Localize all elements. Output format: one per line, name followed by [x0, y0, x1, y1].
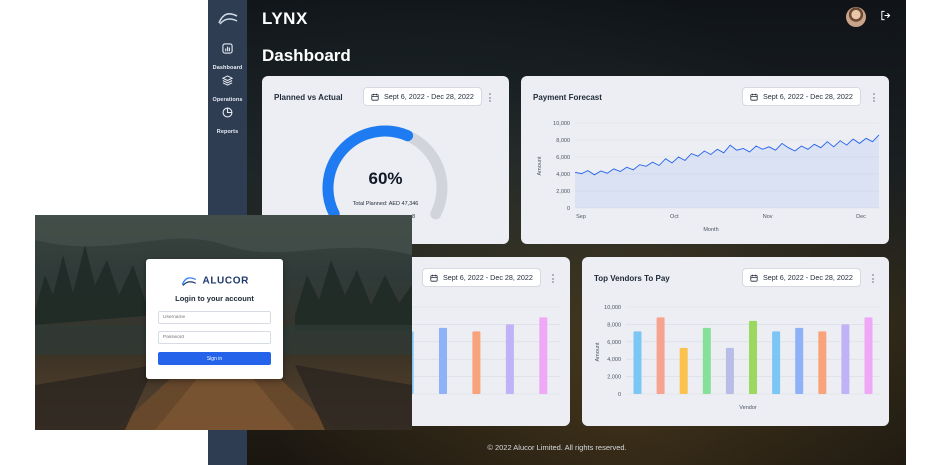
vendor-bar — [772, 331, 781, 394]
sidebar-item-operations[interactable]: Operations — [208, 75, 247, 106]
sidebar-item-dashboard[interactable]: Dashboard — [208, 43, 247, 74]
sidebar-item-label: Operations — [212, 97, 243, 103]
bar-chart-icon — [222, 43, 233, 54]
y-tick-label: 8,000 — [556, 138, 570, 144]
payment-forecast-chart: 0 2,000 4,000 6,000 8,000 10,000 Sep Oct Nov Dec A… — [537, 121, 880, 233]
total-planned-label: Total Planned: AED 47,346 — [352, 201, 419, 207]
x-tick-label: Oct — [670, 214, 679, 220]
vendor-bar — [749, 320, 757, 394]
card-payment-forecast: Payment Forecast Sept 6, 2022 - Dec 28, … — [521, 76, 889, 244]
vendor-bar — [679, 347, 688, 394]
y-tick-label: 6,000 — [556, 155, 570, 161]
y-tick-label: 8,000 — [607, 322, 621, 328]
vendor-bar — [818, 331, 827, 394]
login-window: ALUCOR Login to your account Sign in — [35, 215, 412, 430]
y-tick-label: 10,000 — [553, 121, 570, 127]
login-logo-text: ALUCOR — [202, 275, 249, 287]
x-tick-label: Nov — [763, 214, 773, 220]
vendor-bar — [505, 324, 514, 394]
sidebar-item-label: Dashboard — [212, 65, 243, 71]
y-tick-label: 6,000 — [607, 340, 621, 346]
footer-copyright: © 2022 Alucor Limited. All rights reserv… — [487, 443, 627, 452]
login-heading: Login to your account — [175, 294, 254, 303]
x-tick-label: Dec — [856, 214, 866, 220]
y-tick-label: 2,000 — [556, 189, 570, 195]
vendor-bar — [633, 331, 642, 394]
password-input[interactable] — [158, 331, 271, 344]
y-tick-label: 4,000 — [556, 172, 570, 178]
x-axis-label: Month — [703, 227, 718, 233]
login-card: ALUCOR Login to your account Sign in — [146, 259, 283, 379]
y-axis-label: Amount — [537, 156, 543, 175]
gauge-value: 60% — [368, 169, 403, 188]
screenshot-stage: Dashboard Operations Reports LYNX Dashbo… — [0, 0, 952, 465]
vendor-bar — [439, 327, 447, 394]
vendor-bar — [656, 317, 665, 394]
vendor-bar — [841, 324, 850, 394]
alucor-logo-icon — [181, 276, 197, 286]
y-tick-label: 4,000 — [607, 357, 621, 363]
vendor-bar — [702, 327, 711, 394]
x-axis-label: Vendor — [739, 405, 757, 411]
layers-icon — [222, 75, 233, 86]
y-tick-label: 0 — [567, 206, 570, 212]
page-title: Dashboard — [262, 46, 351, 65]
y-tick-label: 10,000 — [604, 305, 621, 311]
pie-chart-icon — [222, 107, 233, 118]
app-brand: LYNX — [262, 9, 308, 28]
login-logo: ALUCOR — [146, 272, 283, 290]
logout-icon[interactable] — [880, 10, 891, 21]
y-axis-label: Amount — [595, 342, 601, 361]
alucor-logo-icon — [218, 13, 238, 25]
sidebar-item-label: Reports — [216, 129, 239, 135]
top-vendors-bar-chart: 0 2,000 4,000 6,000 8,000 10,000 Amount Vendor — [595, 305, 880, 411]
username-input[interactable] — [158, 311, 271, 324]
y-tick-label: 0 — [618, 392, 621, 398]
sign-in-button[interactable]: Sign in — [158, 352, 271, 365]
sidebar-item-reports[interactable]: Reports — [208, 107, 247, 138]
y-tick-label: 2,000 — [607, 375, 621, 381]
vendor-bar — [539, 317, 548, 394]
card-top-vendors: Top Vendors To Pay Sept 6, 2022 - Dec 28… — [582, 257, 889, 426]
user-avatar[interactable] — [846, 7, 866, 27]
vendor-bar — [795, 327, 804, 394]
vendor-bar — [864, 317, 873, 394]
vendor-bar — [725, 347, 734, 394]
x-tick-label: Sep — [576, 214, 586, 220]
vendor-bar — [472, 331, 481, 394]
